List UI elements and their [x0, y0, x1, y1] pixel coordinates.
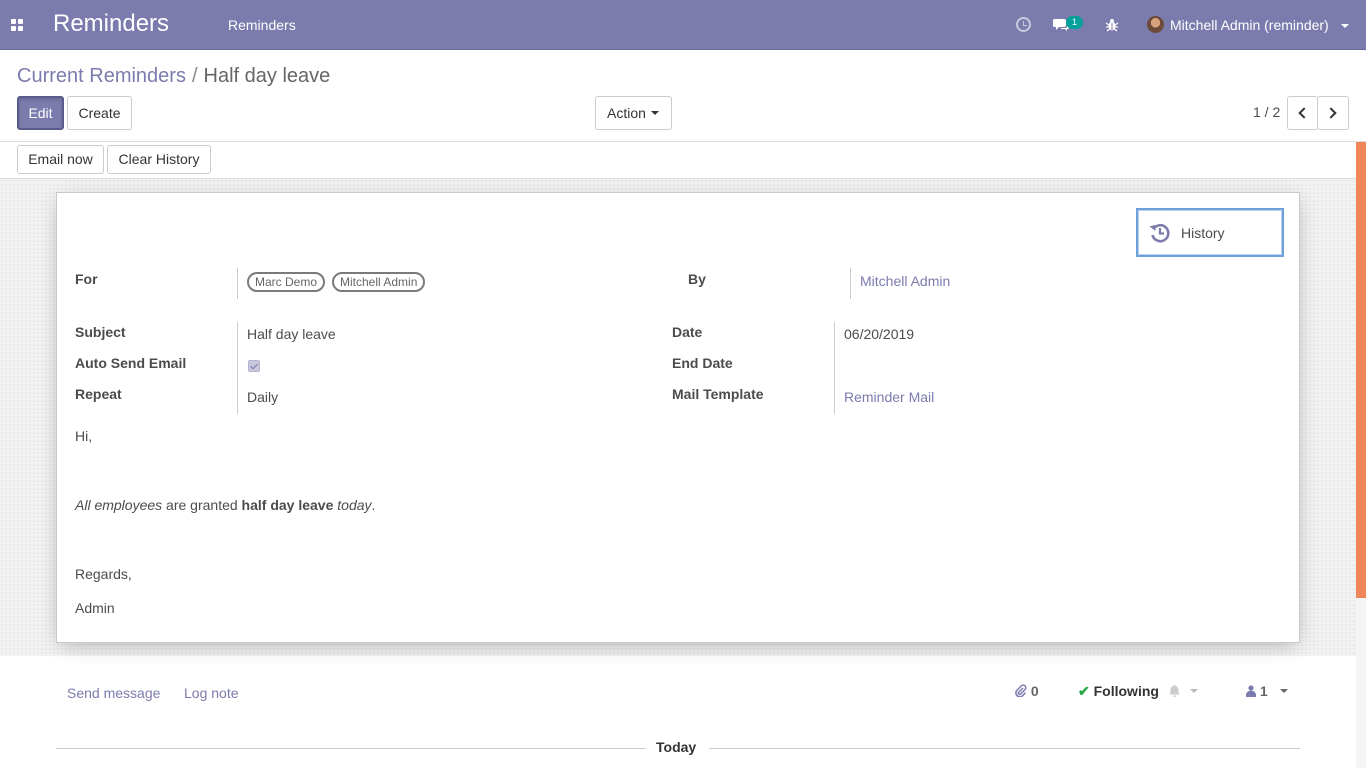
end-date-label: End Date [672, 355, 733, 371]
action-dropdown[interactable]: Action [595, 96, 672, 130]
date-value: 06/20/2019 [844, 326, 915, 342]
auto-send-email-checkbox[interactable] [248, 360, 260, 372]
body-text-mid: are granted [162, 497, 242, 513]
body-signature: Admin [75, 600, 115, 616]
check-icon: ✔ [1078, 683, 1090, 699]
left-group-separator [237, 322, 238, 414]
by-value-link[interactable]: Mitchell Admin [860, 273, 950, 289]
chat-count-badge: 1 [1066, 16, 1083, 29]
body-greeting: Hi, [75, 428, 93, 444]
by-label: By [688, 271, 706, 287]
for-separator [237, 268, 238, 299]
clear-history-button[interactable]: Clear History [107, 145, 211, 174]
auto-send-email-label: Auto Send Email [75, 355, 187, 371]
action-caret-icon [651, 111, 659, 115]
breadcrumb-parent[interactable]: Current Reminders [17, 65, 186, 87]
pager-value[interactable]: 1 / 2 [1253, 104, 1280, 120]
for-label: For [75, 271, 98, 287]
history-icon [1149, 223, 1170, 243]
today-divider-right [709, 748, 1300, 749]
scrollbar-thumb[interactable] [1356, 142, 1366, 598]
body-regards: Regards, [75, 566, 132, 582]
subject-label: Subject [75, 324, 126, 340]
top-navbar: Reminders Reminders 1 Mitchell Admin (re… [0, 0, 1366, 50]
attachments-count: 0 [1030, 683, 1039, 699]
pager-next-button[interactable] [1317, 96, 1349, 130]
today-label: Today [656, 739, 697, 755]
followers-count: 1 [1259, 683, 1268, 699]
today-divider-left [56, 748, 646, 749]
breadcrumb: Current Reminders / Half day leave [17, 65, 330, 88]
bell-icon[interactable] [1168, 684, 1181, 697]
user-icon [1246, 685, 1256, 697]
subject-value: Half day leave [247, 326, 336, 342]
repeat-label: Repeat [75, 386, 122, 402]
date-label: Date [672, 324, 703, 340]
followers-button[interactable]: 1 [1246, 683, 1268, 699]
attachments-button[interactable]: 0 [1015, 683, 1039, 699]
following-button[interactable]: ✔ Following [1078, 683, 1159, 700]
menu-reminders[interactable]: Reminders [228, 17, 296, 33]
debug-bug-icon[interactable] [1105, 18, 1119, 32]
activity-clock-icon[interactable] [1016, 17, 1031, 32]
send-message-link[interactable]: Send message [67, 685, 160, 701]
chevron-right-icon [1325, 107, 1337, 119]
breadcrumb-separator: / [191, 65, 198, 87]
paperclip-icon [1015, 684, 1027, 698]
email-now-button[interactable]: Email now [17, 145, 104, 174]
mail-template-link[interactable]: Reminder Mail [844, 389, 934, 405]
followers-caret-icon[interactable] [1280, 689, 1288, 693]
right-group-separator [834, 322, 835, 414]
history-button[interactable]: History [1136, 208, 1284, 257]
for-tag-marc-demo[interactable]: Marc Demo [247, 272, 326, 292]
following-caret-icon[interactable] [1190, 689, 1198, 693]
create-button[interactable]: Create [67, 96, 132, 130]
edit-button[interactable]: Edit [17, 96, 64, 130]
body-em-today: today [337, 497, 372, 513]
for-tag-mitchell-admin[interactable]: Mitchell Admin [332, 272, 426, 292]
following-label: Following [1093, 683, 1159, 699]
user-avatar[interactable] [1147, 16, 1164, 33]
apps-menu-icon[interactable] [11, 19, 24, 32]
body-em-all-employees: All employees [75, 497, 163, 513]
body-main-line: All employees are granted half day leave… [75, 497, 375, 513]
user-menu[interactable]: Mitchell Admin (reminder) [1170, 17, 1329, 33]
form-sheet [56, 192, 1300, 643]
app-brand[interactable]: Reminders [53, 10, 169, 38]
user-caret-icon[interactable] [1341, 24, 1349, 28]
mail-template-label: Mail Template [672, 386, 764, 402]
history-label: History [1181, 225, 1225, 241]
chevron-left-icon [1298, 107, 1310, 119]
pager-previous-button[interactable] [1287, 96, 1318, 130]
repeat-value: Daily [247, 389, 279, 405]
body-bold-half-day: half day leave [241, 497, 334, 513]
log-note-link[interactable]: Log note [184, 685, 239, 701]
body-text-period: . [371, 497, 376, 513]
breadcrumb-current: Half day leave [203, 65, 331, 87]
by-separator [850, 268, 851, 299]
action-label: Action [607, 105, 646, 121]
